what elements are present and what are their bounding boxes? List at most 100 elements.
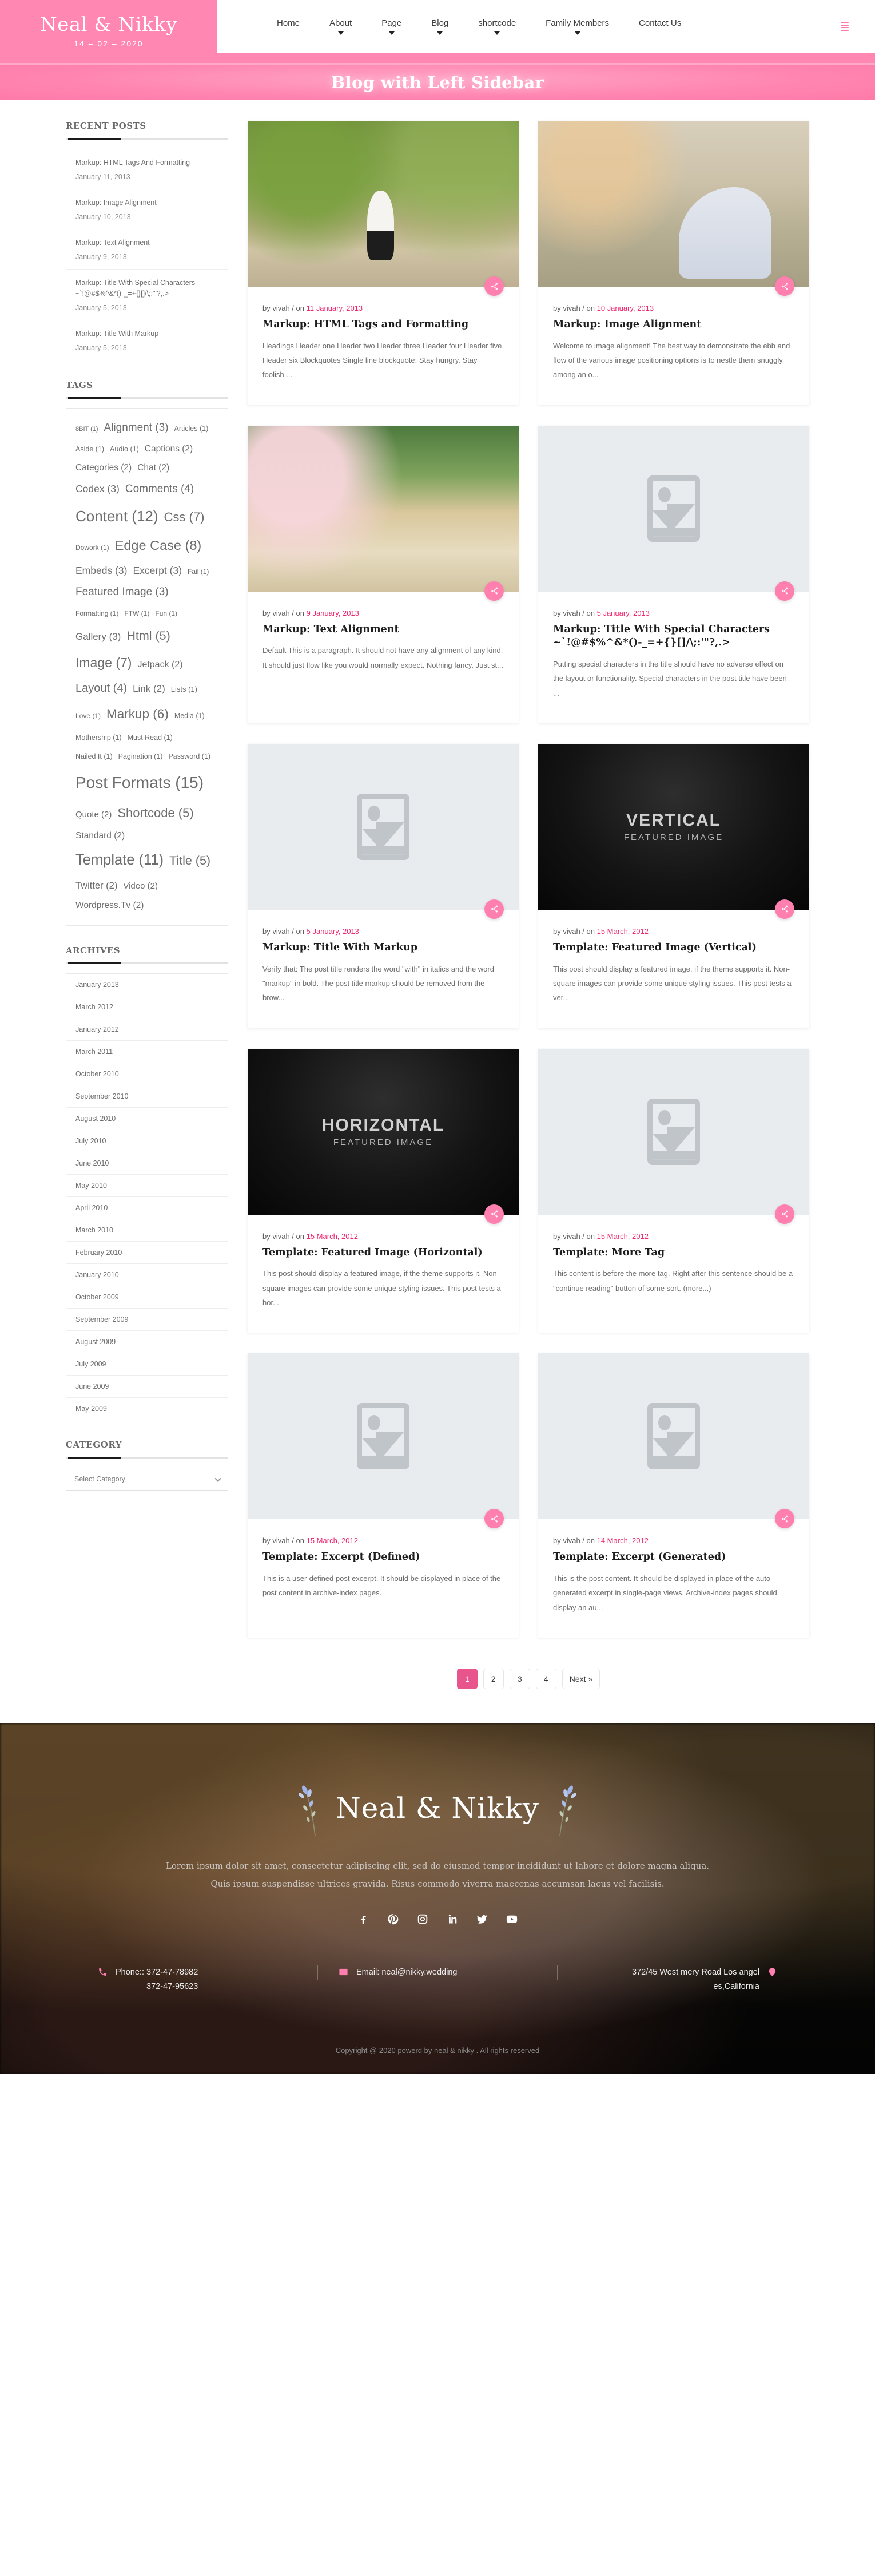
archive-link[interactable]: March 2010	[66, 1219, 228, 1241]
linkedin-icon[interactable]	[446, 1913, 459, 1925]
archive-link[interactable]: January 2013	[66, 974, 228, 996]
tag-link[interactable]: Content (12)	[75, 501, 158, 532]
archive-link[interactable]: September 2010	[66, 1085, 228, 1107]
tag-link[interactable]: Must Read (1)	[128, 730, 173, 745]
tag-link[interactable]: Alignment (3)	[104, 417, 169, 439]
share-icon[interactable]	[775, 1509, 794, 1529]
archive-link[interactable]: April 2010	[66, 1197, 228, 1219]
post-title[interactable]: Template: More Tag	[553, 1246, 794, 1260]
post-date[interactable]: 14 March, 2012	[597, 1536, 649, 1545]
share-icon[interactable]	[484, 581, 504, 601]
archive-link[interactable]: October 2010	[66, 1063, 228, 1085]
post-card[interactable]: by vivah / on 10 January, 2013 Markup: Im…	[538, 121, 809, 405]
tag-link[interactable]: Audio (1)	[110, 442, 139, 457]
post-thumbnail[interactable]	[538, 121, 809, 287]
archive-link[interactable]: May 2009	[66, 1398, 228, 1420]
nav-item-family-members[interactable]: Family Members	[531, 18, 624, 35]
tag-link[interactable]: Media (1)	[174, 708, 205, 723]
post-thumbnail[interactable]	[248, 121, 519, 287]
tag-link[interactable]: Lists (1)	[171, 681, 197, 697]
tag-link[interactable]: Css (7)	[164, 504, 205, 530]
share-icon[interactable]	[484, 1509, 504, 1529]
tag-link[interactable]: Jetpack (2)	[137, 655, 182, 675]
tag-link[interactable]: Featured Image (3)	[75, 581, 169, 604]
post-title[interactable]: Markup: HTML Tags and Formatting	[262, 318, 504, 332]
post-date[interactable]: 5 January, 2013	[597, 609, 650, 617]
tag-link[interactable]: Gallery (3)	[75, 627, 121, 647]
post-thumbnail[interactable]	[248, 425, 519, 592]
tag-link[interactable]: Codex (3)	[75, 478, 120, 500]
tag-link[interactable]: Aside (1)	[75, 442, 104, 457]
post-card[interactable]: by vivah / on 5 January, 2013 Markup: Tit…	[538, 425, 809, 723]
nav-item-shortcode[interactable]: shortcode	[463, 18, 531, 35]
pagination-page-1[interactable]: 1	[456, 1668, 478, 1689]
archive-link[interactable]: March 2011	[66, 1041, 228, 1063]
tag-link[interactable]: Articles (1)	[174, 421, 209, 436]
post-date[interactable]: 15 March, 2012	[307, 1232, 358, 1241]
tag-link[interactable]: Html (5)	[126, 623, 170, 649]
post-title[interactable]: Markup: Image Alignment	[553, 318, 794, 332]
site-brand[interactable]: Neal & Nikky 14 – 02 – 2020	[0, 0, 217, 63]
tag-link[interactable]: Categories (2)	[75, 459, 132, 478]
recent-post-item[interactable]: Markup: Title With Markup January 5, 2013	[66, 320, 228, 360]
post-title[interactable]: Markup: Title With Special Characters ~`…	[553, 623, 794, 650]
post-title[interactable]: Template: Featured Image (Vertical)	[553, 941, 794, 955]
post-date[interactable]: 10 January, 2013	[597, 304, 654, 312]
tag-link[interactable]: Quote (2)	[75, 806, 112, 824]
recent-post-item[interactable]: Markup: Text Alignment January 9, 2013	[66, 229, 228, 270]
recent-post-item[interactable]: Markup: Title With Special Characters ~`…	[66, 270, 228, 320]
tag-link[interactable]: Comments (4)	[125, 478, 194, 501]
tag-link[interactable]: Wordpress.Tv (2)	[75, 897, 144, 916]
pagination-next-button[interactable]: Next »	[562, 1668, 600, 1689]
post-card[interactable]: by vivah / on 9 January, 2013 Markup: Tex…	[248, 425, 519, 723]
post-date[interactable]: 15 March, 2012	[597, 927, 649, 936]
category-select[interactable]: Select Category	[66, 1468, 228, 1491]
post-thumbnail[interactable]	[248, 1353, 519, 1520]
post-title[interactable]: Markup: Text Alignment	[262, 623, 504, 637]
tag-link[interactable]: Layout (4)	[75, 676, 127, 700]
nav-item-about[interactable]: About	[315, 18, 367, 35]
archive-link[interactable]: May 2010	[66, 1175, 228, 1196]
archive-link[interactable]: February 2010	[66, 1242, 228, 1263]
post-card[interactable]: by vivah / on 15 March, 2012 Template: Ex…	[248, 1353, 519, 1638]
post-title[interactable]: Template: Featured Image (Horizontal)	[262, 1246, 504, 1260]
archive-link[interactable]: June 2010	[66, 1152, 228, 1174]
archive-link[interactable]: August 2009	[66, 1331, 228, 1353]
recent-post-item[interactable]: Markup: Image Alignment January 10, 2013	[66, 189, 228, 230]
nav-item-page[interactable]: Page	[367, 18, 416, 35]
tag-link[interactable]: Title (5)	[169, 848, 210, 874]
archive-link[interactable]: July 2009	[66, 1353, 228, 1375]
post-card[interactable]: VERTICAL FEATURED IMAGE by vivah / on 15 M…	[538, 743, 809, 1028]
pagination-page-3[interactable]: 3	[509, 1668, 530, 1689]
post-date[interactable]: 9 January, 2013	[307, 609, 359, 617]
share-icon[interactable]	[484, 899, 504, 919]
post-date[interactable]: 15 March, 2012	[597, 1232, 649, 1241]
share-icon[interactable]	[775, 899, 794, 919]
tag-link[interactable]: Twitter (2)	[75, 876, 117, 896]
post-card[interactable]: by vivah / on 5 January, 2013 Markup: Tit…	[248, 743, 519, 1028]
post-date[interactable]: 5 January, 2013	[307, 927, 359, 936]
contact-phone[interactable]: Phone:: 372-47-78982 372-47-95623	[77, 1965, 317, 1994]
instagram-icon[interactable]	[416, 1913, 429, 1925]
share-icon[interactable]	[484, 276, 504, 296]
tag-link[interactable]: Captions (2)	[145, 440, 193, 459]
post-date[interactable]: 11 January, 2013	[307, 304, 363, 312]
pagination-page-4[interactable]: 4	[535, 1668, 556, 1689]
post-thumbnail[interactable]: HORIZONTAL FEATURED IMAGE	[248, 1048, 519, 1215]
post-title[interactable]: Template: Excerpt (Generated)	[553, 1551, 794, 1564]
post-card[interactable]: by vivah / on 11 January, 2013 Markup: HT…	[248, 121, 519, 405]
post-date[interactable]: 15 March, 2012	[307, 1536, 358, 1545]
tag-link[interactable]: Formatting (1)	[75, 607, 118, 621]
nav-item-home[interactable]: Home	[262, 18, 315, 29]
post-thumbnail[interactable]	[538, 1048, 809, 1215]
share-icon[interactable]	[484, 1204, 504, 1224]
nav-item-contact-us[interactable]: Contact Us	[624, 18, 696, 29]
tag-link[interactable]: Fun (1)	[155, 607, 177, 621]
tag-link[interactable]: Pagination (1)	[118, 749, 163, 764]
archive-link[interactable]: September 2009	[66, 1309, 228, 1330]
post-card[interactable]: HORIZONTAL FEATURED IMAGE by vivah / on 15…	[248, 1048, 519, 1333]
archive-link[interactable]: October 2009	[66, 1286, 228, 1308]
pagination-page-2[interactable]: 2	[483, 1668, 504, 1689]
contact-email[interactable]: Email: neal@nikky.wedding	[317, 1965, 558, 1980]
tag-link[interactable]: Excerpt (3)	[133, 560, 182, 581]
